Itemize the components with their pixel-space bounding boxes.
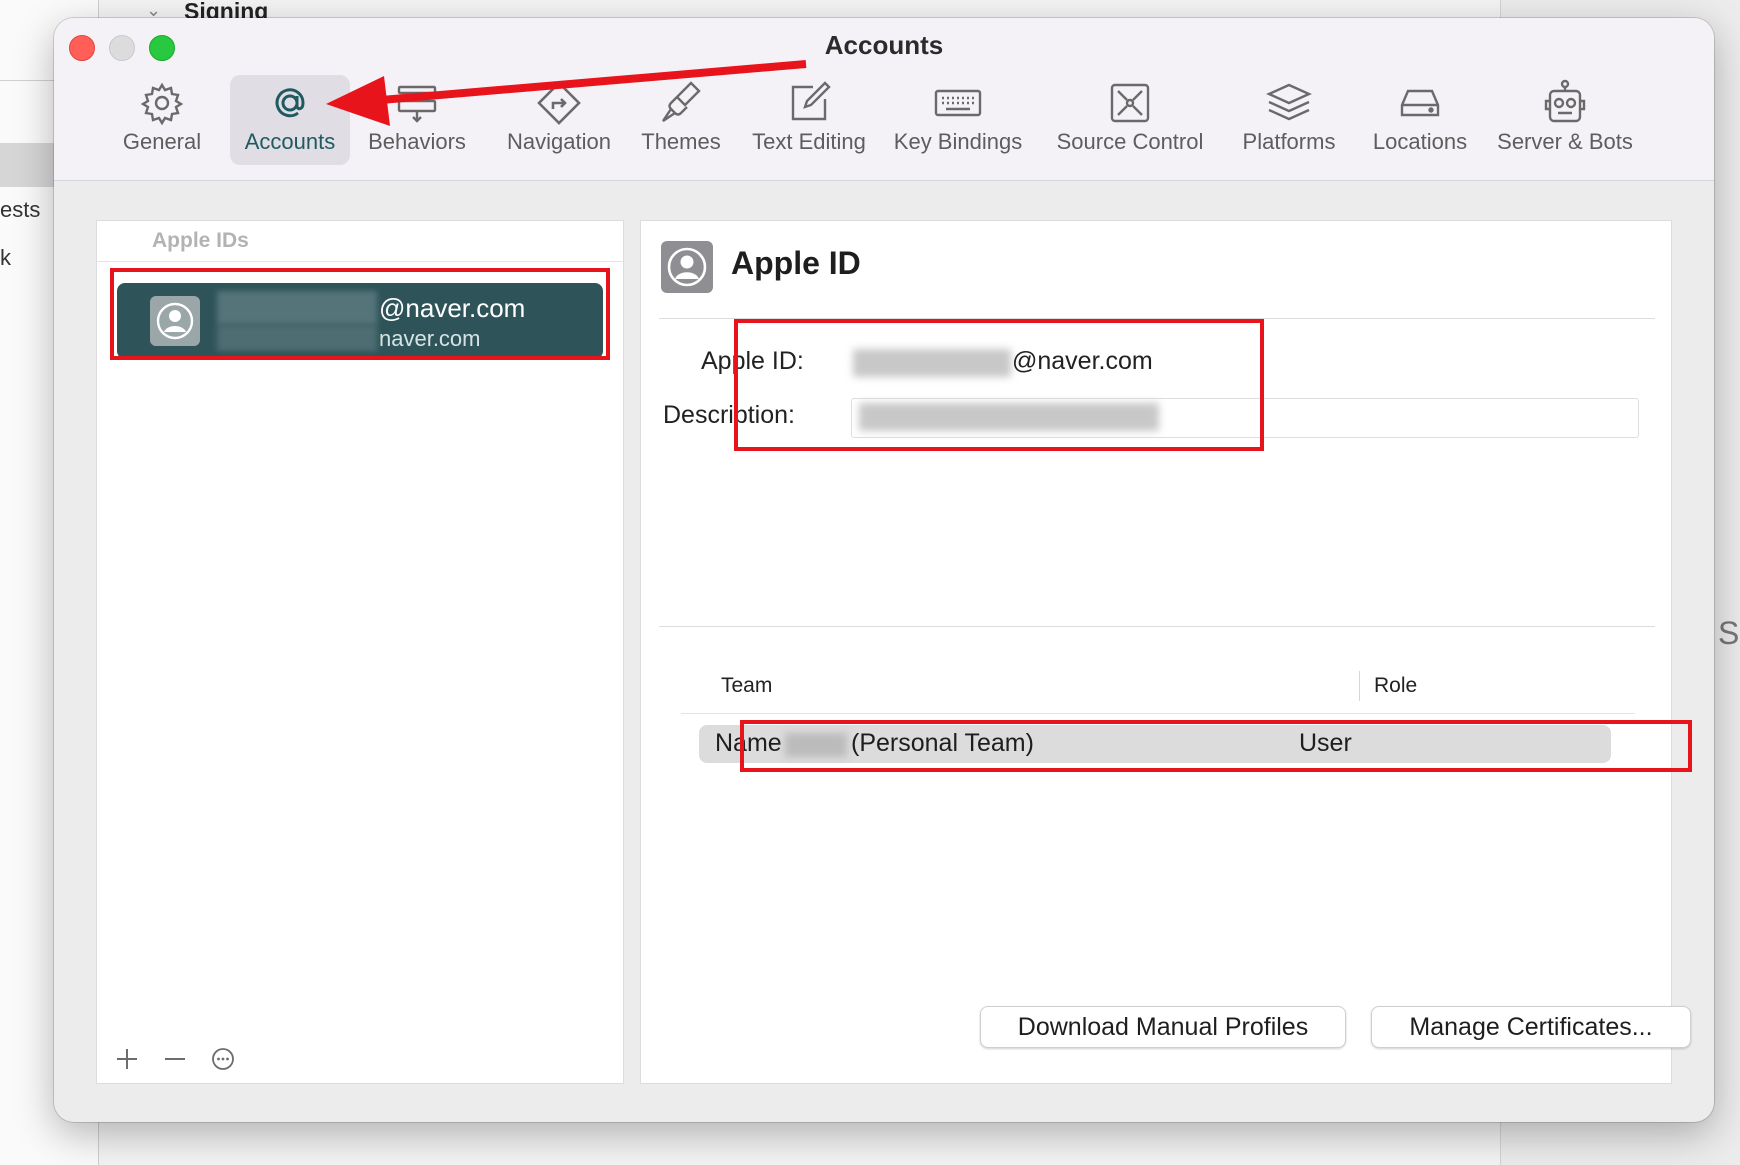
behaviors-icon — [397, 85, 437, 123]
tab-label: Locations — [1372, 129, 1468, 154]
robot-icon — [1544, 79, 1586, 123]
apple-ids-panel: Apple IDs @naver.com naver.com — [96, 220, 624, 1084]
drive-icon — [1400, 89, 1440, 117]
ellipsis-circle-icon — [212, 1048, 234, 1070]
tab-label: Text Editing — [752, 129, 866, 154]
apple-ids-header-label: Apple IDs — [152, 229, 249, 252]
tab-general[interactable]: General — [118, 75, 206, 165]
annotation-highlight-box — [740, 720, 1692, 772]
text-edit-icon — [791, 81, 831, 121]
person-icon — [667, 247, 707, 287]
table-header-divider — [681, 713, 1635, 714]
window-title: Accounts — [824, 30, 944, 60]
source-control-icon — [1110, 83, 1150, 123]
tab-label: Key Bindings — [893, 129, 1023, 154]
add-account-button[interactable] — [111, 1043, 143, 1075]
at-sign-icon — [275, 88, 305, 118]
navigation-icon — [537, 81, 581, 125]
tab-platforms[interactable]: Platforms — [1234, 75, 1344, 165]
annotation-highlight-box — [110, 268, 610, 360]
tab-accounts[interactable]: Accounts — [230, 75, 350, 165]
download-manual-profiles-button[interactable]: Download Manual Profiles — [980, 1006, 1346, 1048]
layers-icon — [1266, 83, 1312, 121]
keyboard-icon — [934, 89, 982, 117]
paintbrush-icon — [662, 81, 701, 122]
column-divider — [1359, 671, 1360, 701]
tab-label: Behaviors — [368, 129, 466, 154]
gear-icon — [140, 82, 184, 126]
manage-certificates-button[interactable]: Manage Certificates... — [1371, 1006, 1691, 1048]
tab-source-control[interactable]: Source Control — [1050, 75, 1210, 165]
role-column-header[interactable]: Role — [1374, 674, 1417, 698]
tab-behaviors[interactable]: Behaviors — [362, 75, 472, 165]
more-options-button[interactable] — [207, 1043, 239, 1075]
tab-navigation[interactable]: Navigation — [494, 75, 624, 165]
annotation-highlight-box — [734, 319, 1264, 451]
tab-themes[interactable]: Themes — [628, 75, 734, 165]
tab-label: Themes — [641, 129, 721, 154]
apple-id-avatar — [661, 241, 713, 293]
tab-label: Source Control — [1056, 129, 1204, 154]
remove-account-button[interactable] — [159, 1043, 191, 1075]
tab-server-bots[interactable]: Server & Bots — [1490, 75, 1640, 165]
background-sidebar-text: ests — [0, 197, 41, 222]
tab-text-editing[interactable]: Text Editing — [744, 75, 874, 165]
divider — [659, 626, 1655, 627]
accounts-preferences-window: Accounts General Accounts Behaviors Navi… — [54, 18, 1714, 1122]
tab-label: Navigation — [507, 129, 611, 154]
tab-key-bindings[interactable]: Key Bindings — [888, 75, 1028, 165]
apple-ids-header: Apple IDs — [97, 221, 623, 262]
background-separator — [0, 80, 54, 81]
tab-locations[interactable]: Locations — [1364, 75, 1476, 165]
background-right-text: S — [1718, 615, 1740, 651]
tab-label: Platforms — [1242, 129, 1336, 154]
apple-ids-footer — [97, 1039, 623, 1083]
apple-id-details-panel: Apple ID Apple ID: @naver.com Descriptio… — [640, 220, 1692, 1084]
background-selected-row — [0, 143, 54, 187]
window-toolbar: Accounts General Accounts Behaviors Navi… — [54, 18, 1714, 181]
minus-icon — [165, 1058, 185, 1060]
tab-label: Accounts — [244, 129, 336, 154]
section-title: Apple ID — [731, 245, 861, 281]
tab-label: Server & Bots — [1497, 129, 1633, 154]
background-sidebar-text: k — [0, 245, 11, 270]
tab-label: General — [122, 129, 202, 154]
plus-icon — [117, 1049, 137, 1069]
team-column-header[interactable]: Team — [721, 674, 772, 698]
